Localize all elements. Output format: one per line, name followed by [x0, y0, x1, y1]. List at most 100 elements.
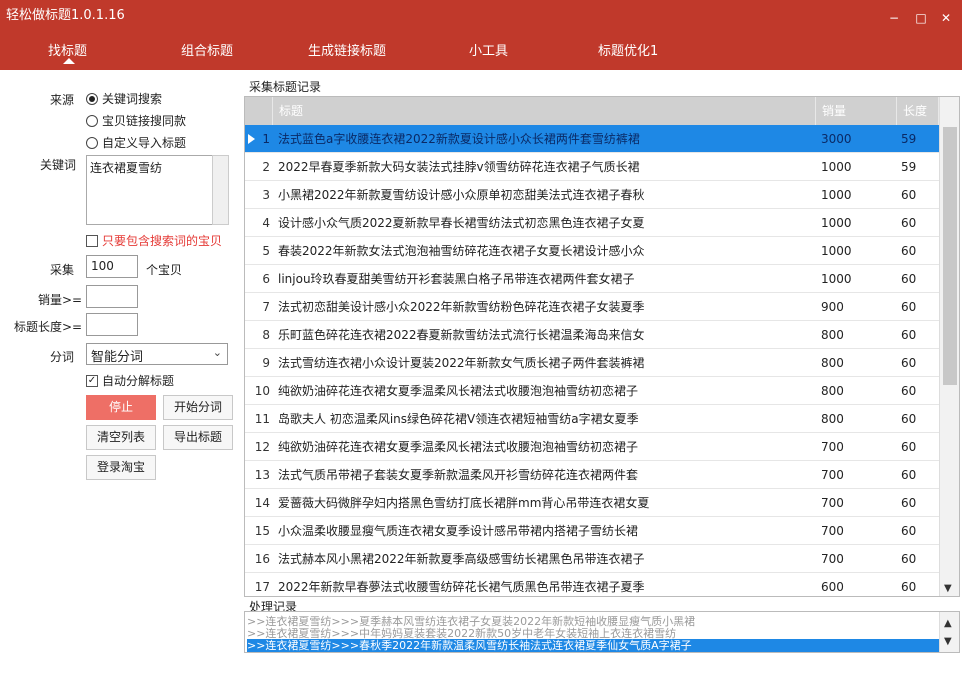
tab-tools[interactable]: 小工具	[469, 40, 508, 59]
table-row[interactable]: 11 岛歌夫人 初恋温柔风ins绿色碎花裙V领连衣裙短袖雪纺a字裙女夏季 800 60	[245, 405, 939, 433]
row-length: 60	[901, 496, 917, 510]
row-title: 2022早春夏季新款大码女装法式挂脖v领雪纺碎花连衣裙子气质长裙	[278, 160, 640, 174]
only-include-checkbox[interactable]: 只要包含搜索词的宝贝	[86, 232, 222, 249]
row-title: 法式蓝色a字收腰连衣裙2022新款夏设计感小众长裙两件套雪纺裤裙	[278, 132, 640, 146]
title-length-input[interactable]	[86, 313, 138, 336]
row-title: 法式气质吊带裙子套装女夏季新款温柔风开衫雪纺碎花连衣裙两件套	[278, 468, 639, 482]
table-row[interactable]: 17 2022年新款早春夢法式收腰雪纺碎花长裙气质黑色吊带连衣裙子夏季 600 60	[245, 573, 939, 596]
only-include-label: 只要包含搜索词的宝贝	[102, 234, 223, 248]
header-sales[interactable]: 销量	[816, 97, 897, 125]
radio-dot-icon	[86, 136, 98, 149]
row-sales: 1000	[821, 188, 852, 202]
records-section-title: 采集标题记录	[249, 80, 322, 94]
header-title[interactable]: 标题	[273, 97, 816, 125]
table-row[interactable]: 13 法式气质吊带裙子套装女夏季新款温柔风开衫雪纺碎花连衣裙两件套 700 60	[245, 461, 939, 489]
table-row[interactable]: 12 纯欲奶油碎花连衣裙女夏季温柔风长裙法式收腰泡泡袖雪纺初恋裙子 700 60	[245, 433, 939, 461]
row-sales: 900	[821, 300, 844, 314]
table-row[interactable]: 15 小众温柔收腰显瘦气质连衣裙女夏季设计感吊带裙内搭裙子雪纺长裙 700 60	[245, 517, 939, 545]
table-row[interactable]: 16 法式赫本风小黑裙2022年新款夏季高级感雪纺长裙黑色吊带连衣裙子 700 60	[245, 545, 939, 573]
table-row[interactable]: 1 法式蓝色a字收腰连衣裙2022新款夏设计感小众长裙两件套雪纺裤裙 3000 59	[245, 125, 939, 153]
records-table: 标题 销量 长度 1 法式蓝色a字收腰连衣裙2022新款夏设计感小众长裙两件套雪纺…	[244, 96, 960, 597]
row-length: 60	[901, 216, 917, 230]
segmentation-select[interactable]: 智能分词 ⌄	[86, 343, 228, 365]
scroll-down-icon[interactable]: ▼	[944, 583, 952, 594]
table-row[interactable]: 8 乐町蓝色碎花连衣裙2022春夏新款雪纺法式流行长裙温柔海岛来信女 800 60	[245, 321, 939, 349]
radio-link-search[interactable]: 宝贝链接搜同款	[86, 112, 186, 129]
clear-list-button[interactable]: 清空列表	[86, 425, 156, 450]
row-index: 5	[262, 244, 270, 258]
sales-min-input[interactable]	[86, 285, 138, 308]
row-index: 3	[262, 188, 270, 202]
table-row[interactable]: 14 爱蔷薇大码微胖孕妇内搭黑色雪纺打底长裙胖mm背心吊带连衣裙女夏 700 60	[245, 489, 939, 517]
row-sales: 600	[821, 580, 844, 594]
start-segment-button[interactable]: 开始分词	[163, 395, 233, 420]
sales-label: 销量>=	[38, 293, 83, 307]
table-row[interactable]: 6 linjou玲玖春夏甜美雪纺开衫套装黑白格子吊带连衣裙两件套女裙子 1000 60	[245, 265, 939, 293]
row-length: 59	[901, 160, 917, 174]
row-length: 60	[901, 356, 917, 370]
row-sales: 700	[821, 524, 844, 538]
stop-button[interactable]: 停止	[86, 395, 156, 420]
radio-link-search-label: 宝贝链接搜同款	[102, 114, 187, 128]
log-scrollbar[interactable]: ▲ ▼	[939, 612, 959, 652]
row-title: 纯欲奶油碎花连衣裙女夏季温柔风长裙法式收腰泡泡袖雪纺初恋裙子	[278, 440, 639, 454]
row-title: 爱蔷薇大码微胖孕妇内搭黑色雪纺打底长裙胖mm背心吊带连衣裙女夏	[278, 496, 650, 510]
scroll-down-icon[interactable]: ▼	[944, 636, 952, 647]
app-title: 轻松做标题1.0.1.16	[6, 8, 125, 23]
row-index: 17	[254, 580, 270, 594]
row-length: 60	[901, 272, 917, 286]
row-length: 60	[901, 328, 917, 342]
tab-link-title[interactable]: 生成链接标题	[308, 40, 386, 59]
row-length: 59	[901, 132, 917, 146]
row-sales: 1000	[821, 244, 852, 258]
table-row[interactable]: 10 纯欲奶油碎花连衣裙女夏季温柔风长裙法式收腰泡泡袖雪纺初恋裙子 800 60	[245, 377, 939, 405]
row-index: 15	[254, 524, 270, 538]
log-line[interactable]: >>连衣裙夏雪纺>>>春秋季2022年新款温柔风雪纺长袖法式连衣裙夏季仙女气质A…	[247, 639, 941, 652]
collect-unit: 个宝贝	[146, 263, 183, 277]
minimize-icon[interactable]: −	[885, 11, 903, 25]
scroll-thumb[interactable]	[943, 127, 957, 385]
close-icon[interactable]: ✕	[937, 11, 955, 25]
row-index: 1	[262, 132, 270, 146]
row-title: 纯欲奶油碎花连衣裙女夏季温柔风长裙法式收腰泡泡袖雪纺初恋裙子	[278, 384, 639, 398]
tab-title-optimize[interactable]: 标题优化1	[598, 40, 658, 59]
row-sales: 800	[821, 356, 844, 370]
table-row[interactable]: 3 小黑裙2022年新款夏雪纺设计感小众原单初恋甜美法式连衣裙子春秋 1000 60	[245, 181, 939, 209]
auto-segment-checkbox[interactable]: ✓ 自动分解标题	[86, 372, 174, 389]
row-sales: 700	[821, 496, 844, 510]
row-title: 乐町蓝色碎花连衣裙2022春夏新款雪纺法式流行长裙温柔海岛来信女	[278, 328, 645, 342]
row-index: 11	[254, 412, 270, 426]
header-length[interactable]: 长度	[897, 97, 939, 125]
maximize-icon[interactable]: □	[912, 11, 930, 25]
tab-combine-title[interactable]: 组合标题	[181, 40, 233, 59]
table-scrollbar[interactable]: ▼	[939, 97, 959, 596]
row-title: 小黑裙2022年新款夏雪纺设计感小众原单初恋甜美法式连衣裙子春秋	[278, 188, 645, 202]
table-row[interactable]: 2 2022早春夏季新款大码女装法式挂脖v领雪纺碎花连衣裙子气质长裙 1000 59	[245, 153, 939, 181]
chevron-down-icon: ⌄	[212, 346, 222, 359]
row-sales: 700	[821, 468, 844, 482]
keyword-textarea[interactable]: 连衣裙夏雪纺	[86, 155, 214, 225]
row-index: 14	[254, 496, 270, 510]
row-length: 60	[901, 524, 917, 538]
row-title: 法式雪纺连衣裙小众设计夏装2022年新款女气质长裙子两件套装裤裙	[278, 356, 645, 370]
table-row[interactable]: 4 设计感小众气质2022夏新款早春长裙雪纺法式初恋黑色连衣裙子女夏 1000 60	[245, 209, 939, 237]
row-index: 7	[262, 300, 270, 314]
radio-custom-import[interactable]: 自定义导入标题	[86, 134, 186, 151]
table-row[interactable]: 5 春装2022年新款女法式泡泡袖雪纺碎花连衣裙子女夏长裙设计感小众 1000 60	[245, 237, 939, 265]
table-row[interactable]: 7 法式初恋甜美设计感小众2022年新款雪纺粉色碎花连衣裙子女装夏季 900 60	[245, 293, 939, 321]
radio-keyword-search[interactable]: 关键词搜索	[86, 90, 162, 107]
row-sales: 1000	[821, 216, 852, 230]
collect-count-input[interactable]: 100	[86, 255, 138, 278]
row-sales: 1000	[821, 160, 852, 174]
row-title: 2022年新款早春夢法式收腰雪纺碎花长裙气质黑色吊带连衣裙子夏季	[278, 580, 645, 594]
row-sales: 800	[821, 384, 844, 398]
table-row[interactable]: 9 法式雪纺连衣裙小众设计夏装2022年新款女气质长裙子两件套装裤裙 800 60	[245, 349, 939, 377]
export-titles-button[interactable]: 导出标题	[163, 425, 233, 450]
row-title: linjou玲玖春夏甜美雪纺开衫套装黑白格子吊带连衣裙两件套女裙子	[278, 272, 635, 286]
keyword-scrollbar[interactable]	[212, 155, 229, 225]
scroll-up-icon[interactable]: ▲	[944, 618, 952, 629]
main-nav: 找标题 组合标题 生成链接标题 小工具 标题优化1	[0, 36, 962, 70]
login-taobao-button[interactable]: 登录淘宝	[86, 455, 156, 480]
row-length: 60	[901, 188, 917, 202]
tab-find-title[interactable]: 找标题	[48, 40, 87, 59]
